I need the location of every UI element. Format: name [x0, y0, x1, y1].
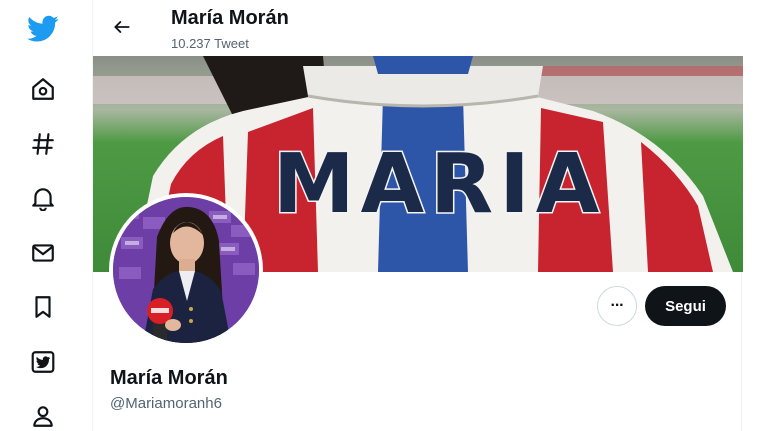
mail-icon[interactable] [26, 236, 60, 270]
back-button[interactable] [107, 12, 137, 42]
bookmark-icon[interactable] [26, 290, 60, 324]
tweet-count: 10.237 Tweet [171, 36, 249, 51]
hashtag-icon[interactable] [26, 127, 60, 161]
left-navigation [0, 0, 88, 431]
profile-header-bar: María Morán 10.237 Tweet [93, 0, 743, 56]
twitter-blue-icon[interactable] [26, 345, 60, 379]
profile-display-name: María Morán [110, 367, 228, 389]
profile-column: María Morán 10.237 Tweet MARIA ··· Segui… [92, 0, 743, 431]
header-title: María Morán [171, 7, 289, 29]
avatar[interactable] [109, 193, 263, 347]
more-icon: ··· [610, 297, 625, 314]
profile-handle: @Mariamoranh6 [110, 395, 222, 412]
twitter-logo-icon[interactable] [26, 12, 60, 46]
more-options-button[interactable]: ··· [597, 286, 637, 326]
follow-button[interactable]: Segui [645, 286, 726, 326]
avatar-photo [113, 197, 259, 343]
bell-icon[interactable] [26, 181, 60, 215]
home-icon[interactable] [26, 72, 60, 106]
banner-shirt-text: MARIA [272, 137, 606, 232]
arrow-left-icon [114, 21, 130, 33]
profile-icon[interactable] [26, 399, 60, 431]
